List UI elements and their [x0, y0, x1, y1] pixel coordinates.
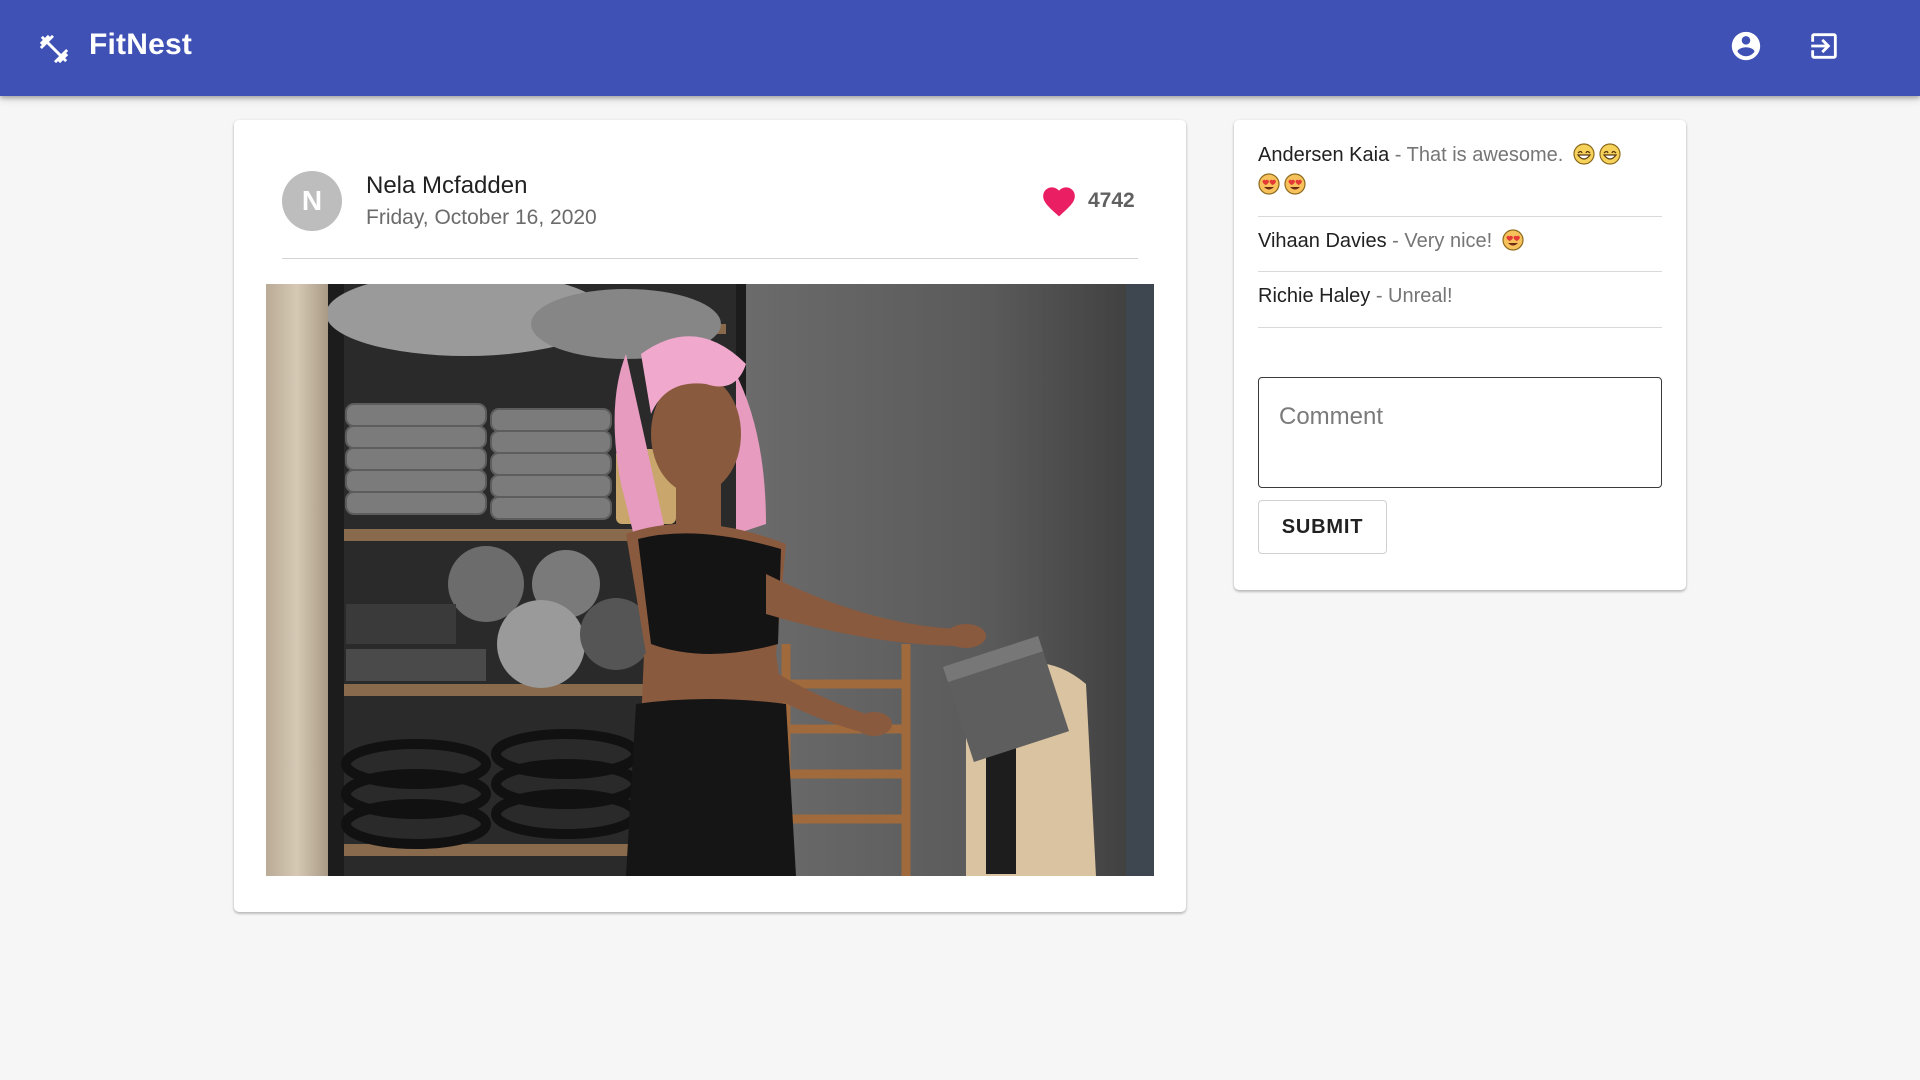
- comment-text: Unreal!: [1388, 285, 1453, 307]
- like-button[interactable]: [1040, 182, 1078, 218]
- comment-author: Vihaan Davies: [1258, 230, 1387, 252]
- comment-item: Richie Haley - Unreal!: [1258, 281, 1662, 311]
- divider: [282, 258, 1138, 259]
- heart-eyes-emoji-icon: [1258, 173, 1280, 195]
- logout-icon: [1807, 29, 1841, 68]
- divider: [1258, 216, 1662, 217]
- account-button[interactable]: [1722, 24, 1770, 72]
- comment-separator: -: [1389, 144, 1407, 166]
- comments-card: Andersen Kaia - That is awesome. Vihaan …: [1234, 120, 1686, 590]
- comment-author: Richie Haley: [1258, 285, 1371, 307]
- comment-separator: -: [1370, 285, 1389, 307]
- grin-emoji-icon: [1573, 143, 1595, 165]
- heart-icon: [1040, 187, 1078, 222]
- like-count: 4742: [1088, 189, 1135, 212]
- submit-button[interactable]: SUBMIT: [1258, 500, 1387, 554]
- heart-eyes-emoji-icon: [1502, 229, 1524, 251]
- divider: [1258, 271, 1662, 272]
- account-circle-icon: [1729, 29, 1763, 68]
- post-card: N Nela Mcfadden Friday, October 16, 2020…: [234, 120, 1186, 912]
- app-bar: FitNest: [0, 0, 1920, 96]
- comment-item: Vihaan Davies - Very nice!: [1258, 226, 1662, 256]
- comment-separator: -: [1386, 230, 1405, 252]
- app-title: FitNest: [89, 28, 193, 61]
- avatar: N: [282, 171, 342, 231]
- comment-item: Andersen Kaia - That is awesome.: [1258, 140, 1662, 200]
- logout-button[interactable]: [1800, 24, 1848, 72]
- grin-emoji-icon: [1599, 143, 1621, 165]
- comment-input[interactable]: [1258, 377, 1662, 488]
- post-author: Nela Mcfadden: [366, 172, 528, 199]
- post-date: Friday, October 16, 2020: [366, 206, 597, 229]
- comment-text: That is awesome.: [1406, 144, 1564, 166]
- heart-eyes-emoji-icon: [1284, 173, 1306, 195]
- divider: [1258, 327, 1662, 328]
- comment-author: Andersen Kaia: [1258, 144, 1390, 166]
- comment-text: Very nice!: [1404, 230, 1493, 252]
- dumbbell-icon: [37, 32, 71, 66]
- post-image: [266, 284, 1154, 876]
